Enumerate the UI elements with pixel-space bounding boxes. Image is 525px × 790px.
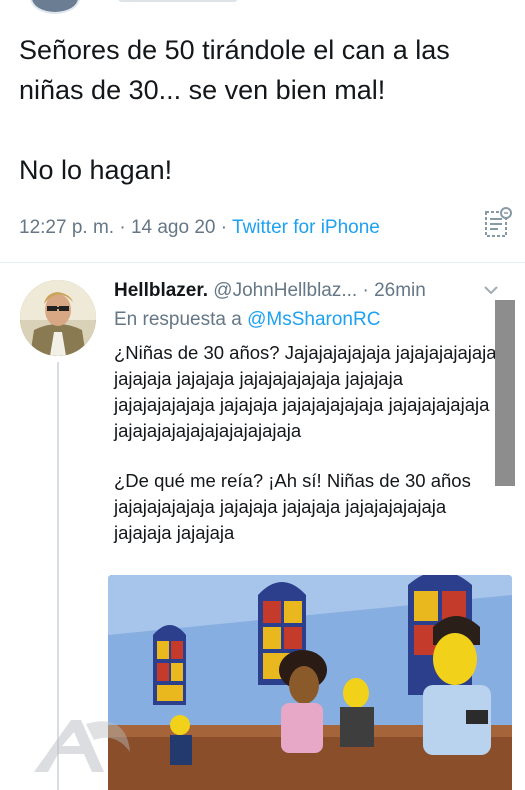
tweet-text: Señores de 50 tirándole el can a las niñ… <box>19 35 450 185</box>
reply-age: 26min <box>374 280 426 301</box>
tweet-source-link[interactable]: Twitter for iPhone <box>232 217 380 238</box>
meta-separator: · <box>215 217 233 238</box>
reply-to-handle[interactable]: @MsSharonRC <box>247 309 380 330</box>
divider <box>0 262 525 263</box>
reply-to-line: En respuesta a @MsSharonRC <box>114 309 380 331</box>
reply-avatar[interactable] <box>20 280 96 356</box>
tweet-time: 12:27 p. m. <box>19 217 115 238</box>
reply-to-prefix: En respuesta a <box>114 309 242 330</box>
logo-watermark <box>34 720 130 772</box>
chevron-down-icon[interactable] <box>484 282 498 300</box>
reply-author-handle[interactable]: @JohnHellblaz... <box>213 280 357 301</box>
author-name-cropped <box>118 0 238 2</box>
reply-paragraph: ¿Niñas de 30 años? Jajajajajajaja jajaja… <box>114 342 497 441</box>
reply-author-name[interactable]: Hellblazer. <box>114 280 208 301</box>
media-image[interactable] <box>108 575 512 790</box>
previous-tweet-header <box>0 0 525 14</box>
analytics-icon[interactable] <box>484 206 512 238</box>
character-left <box>170 715 192 765</box>
author-avatar[interactable] <box>30 0 80 14</box>
reply-paragraph: ¿De qué me reía? ¡Ah sí! Niñas de 30 año… <box>114 470 471 543</box>
tweet-date: 14 ago 20 <box>130 217 216 238</box>
side-watermark <box>495 300 515 486</box>
reply-header: Hellblazer. @JohnHellblaz... · 26min <box>114 280 426 301</box>
meta-separator: · <box>114 217 131 238</box>
tweet-meta: 12:27 p. m. · 14 ago 20 · Twitter for iP… <box>19 217 380 239</box>
reply-text: ¿Niñas de 30 años? Jajajajajajaja jajaja… <box>114 340 504 570</box>
stained-glass-window-left <box>153 625 186 705</box>
